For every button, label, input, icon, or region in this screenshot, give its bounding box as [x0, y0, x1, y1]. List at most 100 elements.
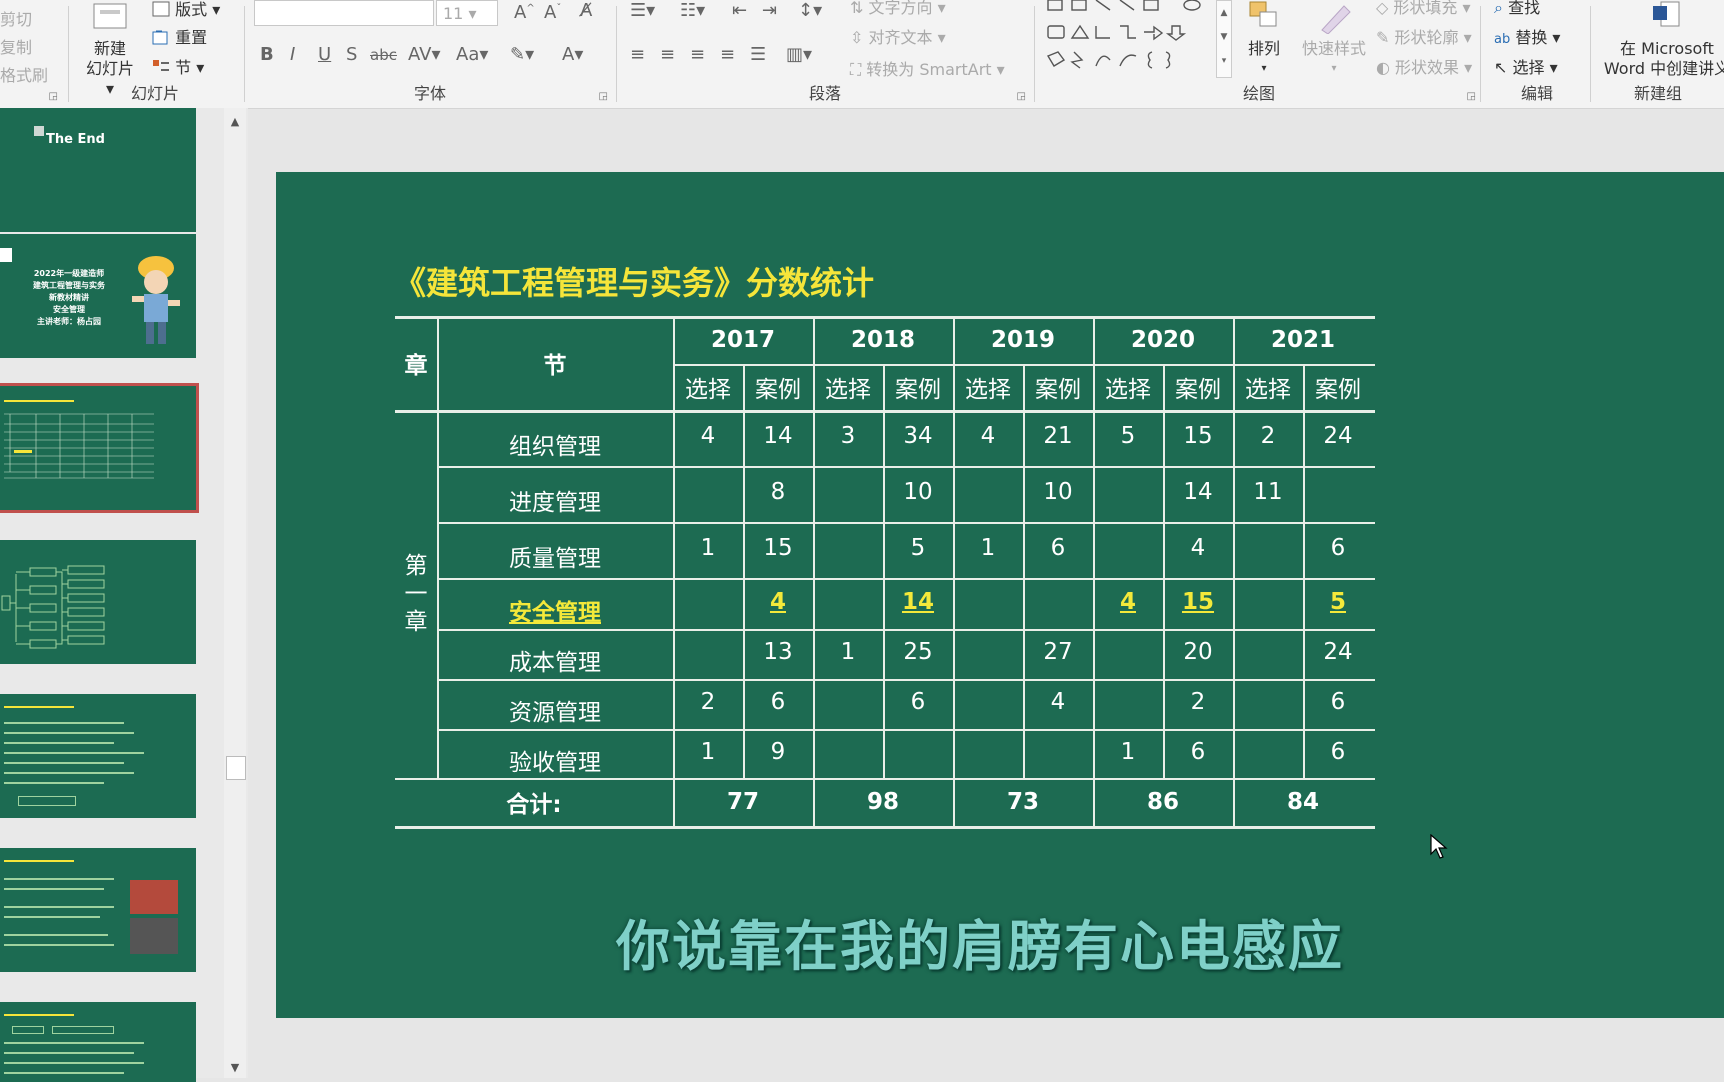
- find-button[interactable]: ⌕ 查找: [1494, 0, 1540, 18]
- slide-thumbnail-text-2[interactable]: [0, 848, 196, 972]
- table-cell: 1: [1120, 738, 1136, 765]
- header-section: 节: [543, 353, 567, 379]
- reset-icon: [152, 29, 170, 49]
- increase-indent-icon[interactable]: ⇥: [762, 0, 777, 21]
- underline-icon[interactable]: U: [318, 44, 331, 65]
- font-launcher-icon[interactable]: ◲: [599, 91, 608, 102]
- justify-icon[interactable]: ≡: [720, 44, 735, 65]
- section-button[interactable]: 节 ▾: [152, 54, 204, 79]
- table-cell: 21: [1043, 423, 1073, 449]
- clear-formatting-icon[interactable]: A̸: [580, 0, 592, 21]
- table-cell: 1: [700, 535, 716, 561]
- table-cell: [1233, 522, 1303, 574]
- shadow-icon[interactable]: S: [346, 44, 357, 65]
- increase-font-icon[interactable]: A^: [514, 2, 535, 23]
- slide-thumbnail-mindmap[interactable]: [0, 540, 196, 664]
- header-choice: 选择: [965, 377, 1011, 403]
- slide-canvas[interactable]: 《建筑工程管理与实务》分数统计 章节 2017 选择 案例 2018 选择 案例 2019 选择…: [276, 172, 1724, 1018]
- thumbnail-table-preview: [4, 413, 154, 479]
- shape-outline-button[interactable]: ✎ 形状轮廓 ▾: [1376, 24, 1472, 48]
- slide-thumbnail-text-1[interactable]: [0, 694, 196, 818]
- drawing-group-label: 绘图: [1242, 84, 1275, 103]
- create-handout-button[interactable]: 在 Microsoft Word 中创建讲义: [1592, 0, 1724, 79]
- slide-title[interactable]: 《建筑工程管理与实务》分数统计: [394, 258, 874, 304]
- slide-thumbnail-score-table[interactable]: [0, 383, 199, 513]
- align-text-button[interactable]: ⇳ 对齐文本 ▾: [850, 24, 946, 48]
- table-cell: 6: [1330, 535, 1346, 561]
- table-cell: 5: [910, 535, 926, 561]
- decrease-font-icon[interactable]: Aˇ: [544, 2, 561, 23]
- worker-cartoon-icon: [132, 256, 180, 344]
- highlight-icon[interactable]: ✎▾: [510, 44, 534, 65]
- scroll-up-icon[interactable]: ▲: [227, 114, 243, 130]
- select-button[interactable]: ↖ 选择 ▾: [1494, 54, 1558, 78]
- header-choice: 选择: [825, 377, 871, 403]
- bold-icon[interactable]: B: [260, 44, 274, 65]
- font-size-combo[interactable]: 11 ▾: [436, 0, 498, 26]
- row-name-highlight: 安全管理: [509, 599, 601, 626]
- format-painter-button[interactable]: 格式刷: [0, 62, 48, 86]
- table-cell: [953, 729, 1023, 774]
- shapes-scroll[interactable]: ▲ ▼ ▾: [1216, 0, 1232, 78]
- slide-thumbnail-text-3[interactable]: [0, 1002, 196, 1082]
- table-cell: 5: [1120, 423, 1136, 449]
- row-name-normal: 成本管理: [509, 650, 601, 676]
- new-group-label: 新建组: [1633, 84, 1682, 103]
- table-cell: [813, 522, 883, 574]
- line-spacing-icon[interactable]: ↕▾: [798, 0, 822, 21]
- shape-effects-button[interactable]: ◐ 形状效果 ▾: [1376, 54, 1472, 78]
- copy-button[interactable]: 复制: [0, 34, 32, 58]
- align-center-icon[interactable]: ≡: [660, 44, 675, 65]
- score-table[interactable]: 章节 2017 选择 案例 2018 选择 案例 2019 选择 案例 2020 选择 案例 2021 选择…: [395, 316, 1475, 882]
- scroll-thumb[interactable]: [226, 756, 246, 780]
- layout-button[interactable]: 版式 ▾: [152, 0, 220, 21]
- cut-button[interactable]: 剪切: [0, 6, 32, 30]
- slides-group: 新建 幻灯片 ▾ 版式 ▾ 重置 节 ▾ 幻灯片: [70, 0, 240, 108]
- text-direction-button[interactable]: ⇅ 文字方向 ▾: [850, 0, 946, 18]
- strikethrough-icon[interactable]: abc: [370, 46, 397, 64]
- italic-icon[interactable]: I: [290, 44, 295, 65]
- chapter-char: 第: [404, 553, 428, 579]
- row-name-normal: 进度管理: [509, 490, 601, 516]
- table-cell: 5: [1329, 588, 1346, 615]
- slide-thumbnail-cover[interactable]: 2022年一级建造师 建筑工程管理与实务 新教材精讲 安全管理 主讲老师：杨占园: [0, 234, 196, 358]
- table-cell: [1093, 629, 1163, 675]
- table-cell: 10: [903, 479, 933, 505]
- table-cell: [673, 578, 743, 625]
- table-cell: 20: [1183, 639, 1213, 665]
- reset-button[interactable]: 重置: [152, 24, 207, 49]
- paragraph-launcher-icon[interactable]: ◲: [1017, 91, 1026, 102]
- header-choice: 选择: [1105, 377, 1151, 403]
- align-right-icon[interactable]: ≡: [690, 44, 705, 65]
- convert-smartart-button[interactable]: ⛶ 转换为 SmartArt ▾: [850, 56, 1005, 80]
- slide-thumbnail-end[interactable]: The End: [0, 108, 196, 232]
- thumbnail-scrollbar[interactable]: ▲ ▼: [224, 108, 246, 1078]
- quick-styles-button[interactable]: 快速样式 ▾: [1294, 0, 1374, 79]
- font-group-label: 字体: [413, 84, 446, 103]
- scroll-down-icon[interactable]: ▼: [227, 1060, 243, 1076]
- char-spacing-icon[interactable]: AV▾: [408, 44, 441, 65]
- distribute-icon[interactable]: ☰: [750, 44, 766, 65]
- font-name-combo[interactable]: [254, 0, 434, 26]
- columns-icon[interactable]: ▥▾: [786, 44, 812, 65]
- thumbnail-title: The End: [46, 132, 105, 147]
- layout-icon: [152, 1, 170, 21]
- bullets-icon[interactable]: ☰▾: [630, 0, 655, 21]
- table-cell: 9: [770, 738, 786, 765]
- drawing-launcher-icon[interactable]: ◲: [1467, 91, 1476, 102]
- table-cell: [1093, 679, 1163, 725]
- arrange-button[interactable]: 排列 ▾: [1236, 0, 1292, 79]
- shape-fill-button[interactable]: ◇ 形状填充 ▾: [1376, 0, 1471, 18]
- decrease-indent-icon[interactable]: ⇤: [732, 0, 747, 21]
- font-color-icon[interactable]: A▾: [562, 44, 583, 65]
- clipboard-launcher-icon[interactable]: ◲: [49, 91, 58, 102]
- align-left-icon[interactable]: ≡: [630, 44, 645, 65]
- shapes-gallery[interactable]: [1042, 0, 1212, 76]
- paragraph-group: ☰▾ ☷▾ ⇤ ⇥ ↕▾ ⇅ 文字方向 ▾ ⇳ 对齐文本 ▾ ⛶ 转换为 Sma…: [620, 0, 1030, 108]
- numbering-icon[interactable]: ☷▾: [680, 0, 705, 21]
- change-case-icon[interactable]: Aa▾: [456, 44, 488, 65]
- table-cell: 6: [910, 689, 926, 715]
- row-name-normal: 验收管理: [509, 749, 601, 776]
- table-cell: 6: [1330, 738, 1346, 765]
- replace-button[interactable]: ab 替换 ▾: [1494, 24, 1560, 48]
